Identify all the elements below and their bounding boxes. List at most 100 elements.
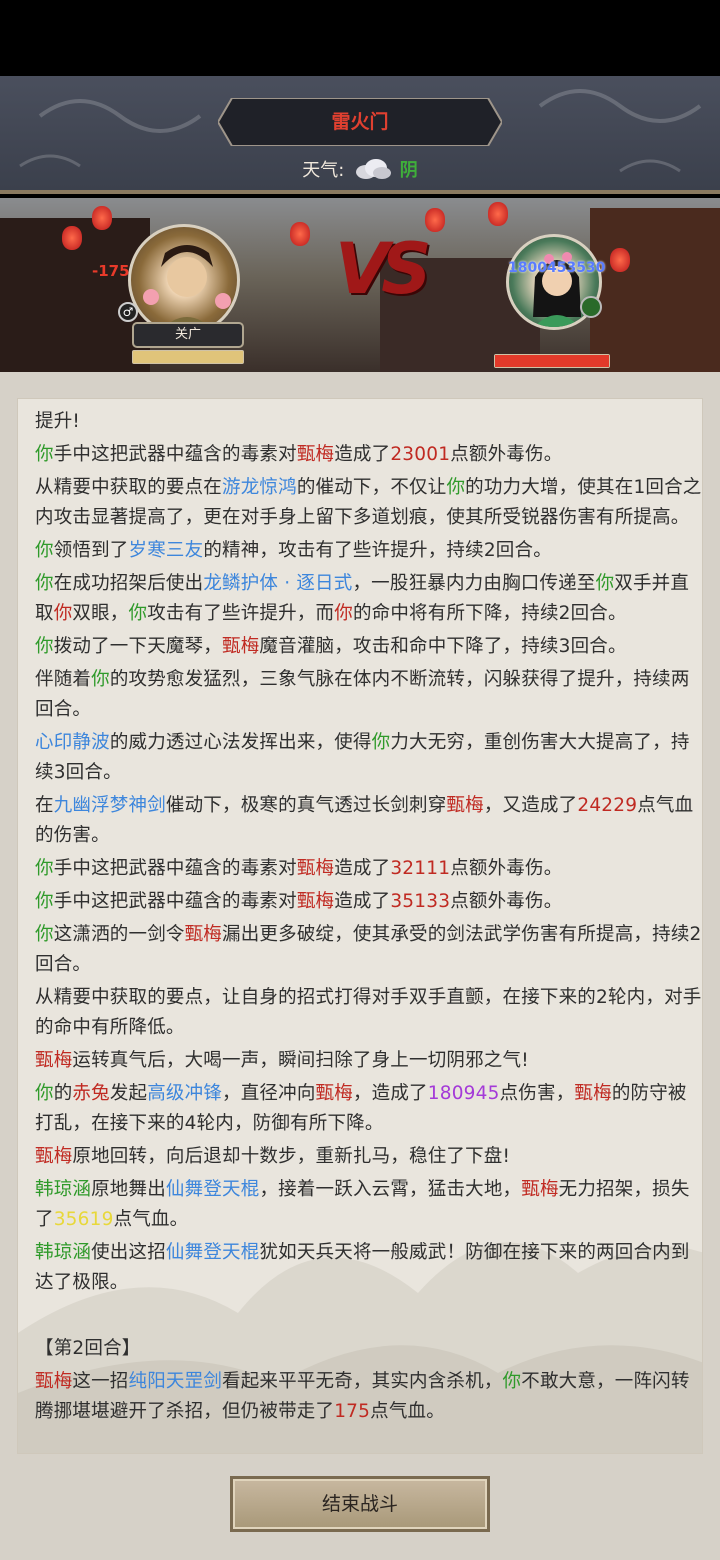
log-line: 韩琼涵原地舞出仙舞登天棍，接着一跃入云霄，猛击大地，甄梅无力招架，损失了3561…	[35, 1175, 702, 1235]
log-line: 甄梅运转真气后，大喝一声，瞬间扫除了身上一切阴邪之气!	[35, 1046, 702, 1076]
location-title: 雷火门	[331, 111, 389, 133]
log-line	[35, 1301, 702, 1331]
log-segment: 你	[35, 1083, 54, 1104]
log-segment: ，接着一跃入云霄，猛击大地，	[259, 1179, 522, 1200]
vs-emblem: VS	[335, 228, 432, 310]
weather-label: 天气:	[302, 160, 345, 181]
log-segment: 游龙惊鸿	[222, 477, 297, 498]
log-segment: 发起	[109, 1083, 148, 1104]
log-segment: 35133	[390, 891, 451, 912]
log-line: 你手中这把武器中蕴含的毒素对甄梅造成了23001点额外毒伤。	[35, 440, 702, 470]
log-segment: 催动下，极寒的真气透过长剑刺穿	[165, 795, 447, 816]
log-segment: 甄梅	[521, 1179, 559, 1200]
log-segment: 高级冲锋	[147, 1083, 223, 1104]
log-segment: 手中这把武器中蕴含的毒素对	[53, 858, 297, 879]
log-segment: 甄梅	[446, 795, 484, 816]
log-segment: 岁寒三友	[128, 540, 204, 561]
log-segment: 你	[35, 891, 54, 912]
log-segment: 造成了	[334, 444, 391, 465]
log-line: 甄梅这一招纯阳天罡剑看起来平平无奇，其实内含杀机，你不敢大意，一阵闪转腾挪堪堪避…	[35, 1367, 702, 1427]
log-segment: 你	[35, 636, 54, 657]
log-segment: 甄梅	[222, 636, 260, 657]
log-segment: 韩琼涵	[35, 1242, 92, 1263]
log-segment	[35, 1305, 41, 1326]
log-segment: 的精神，攻击有了些许提升，持续2回合。	[203, 540, 552, 561]
log-line: 伴随着你的攻势愈发猛烈，三象气脉在体内不断流转，闪躲获得了提升，持续两回合。	[35, 665, 702, 725]
player-hp-fill	[133, 351, 243, 363]
log-segment: 你	[53, 603, 73, 624]
log-segment: 伴随着	[35, 669, 92, 690]
log-segment: 运转真气后，大喝一声，瞬间扫除了身上一切阴邪之气!	[72, 1050, 529, 1071]
log-segment: 175	[334, 1401, 371, 1422]
log-segment: 你	[35, 444, 54, 465]
location-title-plate: 雷火门	[218, 98, 502, 146]
log-segment: 手中这把武器中蕴含的毒素对	[53, 891, 297, 912]
enemy-overlay-text: 1800453530	[508, 260, 606, 276]
enemy-weapon-icon	[580, 296, 602, 318]
lantern	[425, 208, 445, 232]
log-line: 你领悟到了岁寒三友的精神，攻击有了些许提升，持续2回合。	[35, 536, 702, 566]
log-segment: 的命中将有所下降，持续2回合。	[352, 603, 627, 624]
log-segment: 甄梅	[35, 1050, 73, 1071]
log-segment: 的催动下，不仅让	[296, 477, 447, 498]
log-segment: 造成了	[334, 891, 391, 912]
log-segment: 造成了	[334, 858, 391, 879]
log-segment: 原地舞出	[91, 1179, 166, 1200]
log-segment: 你	[446, 477, 466, 498]
log-segment: 180945	[427, 1083, 500, 1104]
log-segment: 你	[128, 603, 148, 624]
log-segment: 双眼，	[72, 603, 129, 624]
end-battle-button[interactable]: 结束战斗	[230, 1476, 490, 1532]
log-segment: 赤兔	[72, 1083, 110, 1104]
log-segment: ，又造成了	[483, 795, 578, 816]
log-segment: 手中这把武器中蕴含的毒素对	[53, 444, 297, 465]
log-segment: 韩琼涵	[35, 1179, 92, 1200]
log-segment: 你	[35, 573, 54, 594]
log-segment: 的威力透过心法发挥出来，使得	[109, 732, 372, 753]
status-bar	[0, 0, 720, 76]
log-segment: 点伤害，	[499, 1083, 575, 1104]
player-avatar[interactable]	[128, 224, 240, 336]
log-segment: 心印静波	[35, 732, 110, 753]
log-segment: 纯阳天罡剑	[128, 1371, 223, 1392]
player-name-plate: 关广	[132, 322, 244, 348]
log-line: 你拨动了一下天魔琴，甄梅魔音灌脑，攻击和命中下降了，持续3回合。	[35, 632, 702, 662]
log-segment: 点额外毒伤。	[450, 444, 563, 465]
log-segment: 23001	[390, 444, 451, 465]
enemy-hp-bar	[494, 354, 610, 368]
log-line: 【第2回合】	[35, 1334, 702, 1364]
log-line: 韩琼涵使出这招仙舞登天棍犹如天兵天将一般威武！防御在接下来的两回合内到达了极限。	[35, 1238, 702, 1298]
enemy-hp-fill	[495, 355, 609, 367]
log-segment: 提升!	[35, 411, 81, 432]
log-line: 从精要中获取的要点在游龙惊鸿的催动下，不仅让你的功力大增，使其在1回合之内攻击显…	[35, 473, 702, 533]
log-segment: 甄梅	[35, 1371, 73, 1392]
log-segment: 这一招	[72, 1371, 129, 1392]
log-segment: 你	[35, 924, 54, 945]
log-segment: ，一股狂暴内力由胸口传递至	[352, 573, 596, 594]
log-segment: 你	[502, 1371, 522, 1392]
lantern	[62, 226, 82, 250]
log-segment: 甄梅	[574, 1083, 612, 1104]
weather-value: 阴	[399, 160, 418, 181]
log-segment: 点气血。	[370, 1401, 445, 1422]
log-line: 你手中这把武器中蕴含的毒素对甄梅造成了35133点额外毒伤。	[35, 887, 702, 917]
log-segment: 甄梅	[296, 891, 335, 912]
log-line: 提升!	[35, 407, 702, 437]
log-line: 你手中这把武器中蕴含的毒素对甄梅造成了32111点额外毒伤。	[35, 854, 702, 884]
battle-log-panel[interactable]: 提升! 你手中这把武器中蕴含的毒素对甄梅造成了23001点额外毒伤。 从精要中获取的…	[17, 398, 703, 1454]
building-right	[590, 208, 720, 372]
battle-log-list: 提升! 你手中这把武器中蕴含的毒素对甄梅造成了23001点额外毒伤。 从精要中获取的…	[35, 407, 702, 1430]
log-segment: 拨动了一下天魔琴，	[53, 636, 223, 657]
player-damage-text: -175	[92, 262, 130, 280]
log-line: 从精要中获取的要点，让自身的招式打得对手双手直颤，在接下来的2轮内，对手的命中有…	[35, 983, 702, 1043]
log-segment: 你	[35, 540, 54, 561]
weather-row: 天气: 阴	[0, 156, 720, 184]
log-segment: 看起来平平无奇，其实内含杀机，	[222, 1371, 503, 1392]
log-segment: 攻击有了些许提升，而	[147, 603, 335, 624]
log-segment: ，造成了	[352, 1083, 428, 1104]
log-segment: 在	[35, 795, 54, 816]
log-segment: 仙舞登天棍	[165, 1179, 260, 1200]
male-icon: ♂	[118, 302, 138, 322]
log-segment: 九幽浮梦神剑	[53, 795, 166, 816]
log-segment: 从精要中获取的要点，让自身的招式打得对手双手直颤，在接下来的2轮内，对手的命中有…	[35, 987, 702, 1038]
